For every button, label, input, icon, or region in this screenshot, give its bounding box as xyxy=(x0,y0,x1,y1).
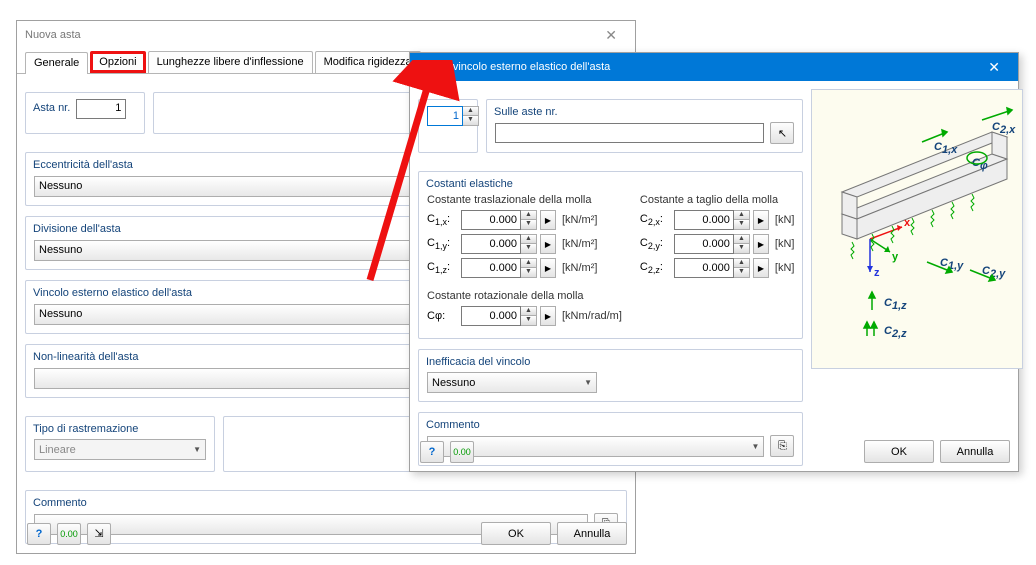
play-icon[interactable]: ▶ xyxy=(753,210,769,230)
units-icon[interactable]: 0.00 xyxy=(57,523,81,545)
play-icon[interactable]: ▶ xyxy=(540,306,556,326)
label-c1x: C1,x: xyxy=(427,213,459,227)
svg-text:y: y xyxy=(892,251,899,263)
label-elastic: Vincolo esterno elastico dell'asta xyxy=(30,287,195,299)
spinner-c2z[interactable]: ▲▼ xyxy=(674,258,750,278)
main-footer: ? 0.00 ⇲ OK Annulla xyxy=(25,522,627,545)
label-rot: Costante rotazionale della molla xyxy=(427,290,622,302)
label-c2z: C2,z: xyxy=(640,261,672,275)
svg-text:x: x xyxy=(904,217,911,229)
svg-text:C1,y: C1,y xyxy=(940,257,964,272)
spin-down-icon[interactable]: ▼ xyxy=(463,116,478,125)
dropdown-ineff[interactable]: Nessuno▼ xyxy=(427,372,597,393)
main-title: Nuova asta xyxy=(25,29,81,41)
svg-text:C1,z: C1,z xyxy=(884,297,907,312)
group-taper: Tipo di rastremazione Lineare▼ xyxy=(25,416,215,472)
help-icon[interactable]: ? xyxy=(27,523,51,545)
label-cphi: Cφ: xyxy=(427,310,459,322)
label-c1z: C1,z: xyxy=(427,261,459,275)
label-on-members: Sulle aste nr. xyxy=(491,106,561,118)
pick-members-icon[interactable]: ↖ xyxy=(770,122,794,144)
play-icon[interactable]: ▶ xyxy=(753,258,769,278)
group-nr: ▲▼ xyxy=(418,99,478,153)
group-ineff: Inefficacia del vincolo Nessuno▼ xyxy=(418,349,803,402)
dialog-titlebar: Nuovo vincolo esterno elastico dell'asta… xyxy=(410,53,1018,81)
spinner-c1z[interactable]: ▲▼ xyxy=(461,258,537,278)
label-shear: Costante a taglio della molla xyxy=(640,194,795,206)
cancel-button[interactable]: Annulla xyxy=(940,440,1010,463)
label-c1y: C1,y: xyxy=(427,237,459,251)
label-dialog-comment: Commento xyxy=(423,419,483,431)
label-taper: Tipo di rastremazione xyxy=(30,423,141,435)
spinner-c2y[interactable]: ▲▼ xyxy=(674,234,750,254)
play-icon[interactable]: ▶ xyxy=(753,234,769,254)
cancel-button[interactable]: Annulla xyxy=(557,522,627,545)
input-nr[interactable] xyxy=(427,106,463,126)
dialog-footer: ? 0.00 OK Annulla xyxy=(418,440,1010,463)
label-asta-nr: Asta nr. xyxy=(30,102,73,114)
svg-text:C2,z: C2,z xyxy=(884,325,907,340)
spin-up-icon[interactable]: ▲ xyxy=(463,107,478,116)
label-constants: Costanti elastiche xyxy=(423,178,516,190)
diagram-panel: x y z C1,x C2,x Cφ C1, xyxy=(811,89,1023,369)
play-icon[interactable]: ▶ xyxy=(540,210,556,230)
spinner-c1y[interactable]: ▲▼ xyxy=(461,234,537,254)
field-asta-nr[interactable]: 1 xyxy=(76,99,126,119)
chevron-down-icon: ▼ xyxy=(193,445,201,454)
spinner-c2x[interactable]: ▲▼ xyxy=(674,210,750,230)
tab-modify[interactable]: Modifica rigidezza xyxy=(315,51,421,73)
spinner-c1x[interactable]: ▲▼ xyxy=(461,210,537,230)
input-on-members[interactable] xyxy=(495,123,764,143)
ok-button[interactable]: OK xyxy=(864,440,934,463)
label-nonlin: Non-linearità dell'asta xyxy=(30,351,141,363)
tab-generale[interactable]: Generale xyxy=(25,52,88,74)
ok-button[interactable]: OK xyxy=(481,522,551,545)
label-comment: Commento xyxy=(30,497,90,509)
label-c2y: C2,y: xyxy=(640,237,672,251)
chevron-down-icon: ▼ xyxy=(584,378,592,387)
label-trans: Costante traslazionale della molla xyxy=(427,194,622,206)
help-icon[interactable]: ? xyxy=(420,441,444,463)
dialog-title: Nuovo vincolo esterno elastico dell'asta xyxy=(418,61,610,73)
play-icon[interactable]: ▶ xyxy=(540,258,556,278)
group-constants: Costanti elastiche Costante traslazional… xyxy=(418,171,803,339)
label-ineff: Inefficacia del vincolo xyxy=(423,356,533,368)
tab-buckling[interactable]: Lunghezze libere d'inflessione xyxy=(148,51,313,73)
dialog-window: Nuovo vincolo esterno elastico dell'asta… xyxy=(409,52,1019,472)
group-on-members: Sulle aste nr. ↖ xyxy=(486,99,803,153)
label-division: Divisione dell'asta xyxy=(30,223,124,235)
spinner-cphi[interactable]: ▲▼ xyxy=(461,306,537,326)
play-icon[interactable]: ▶ xyxy=(540,234,556,254)
export-icon[interactable]: ⇲ xyxy=(87,523,111,545)
label-eccentricity: Eccentricità dell'asta xyxy=(30,159,136,171)
tab-opzioni[interactable]: Opzioni xyxy=(90,51,145,73)
close-icon[interactable]: ✕ xyxy=(978,59,1010,76)
dropdown-taper: Lineare▼ xyxy=(34,439,206,460)
units-icon[interactable]: 0.00 xyxy=(450,441,474,463)
svg-text:z: z xyxy=(874,267,880,279)
close-icon[interactable]: ✕ xyxy=(595,27,627,44)
main-titlebar: Nuova asta ✕ xyxy=(17,21,635,49)
label-c2x: C2,x: xyxy=(640,213,672,227)
spinner-nr[interactable]: ▲▼ xyxy=(427,106,479,126)
beam-diagram-icon: x y z C1,x C2,x Cφ C1, xyxy=(812,94,1022,364)
group-asta-nr: Asta nr. 1 xyxy=(25,92,145,134)
